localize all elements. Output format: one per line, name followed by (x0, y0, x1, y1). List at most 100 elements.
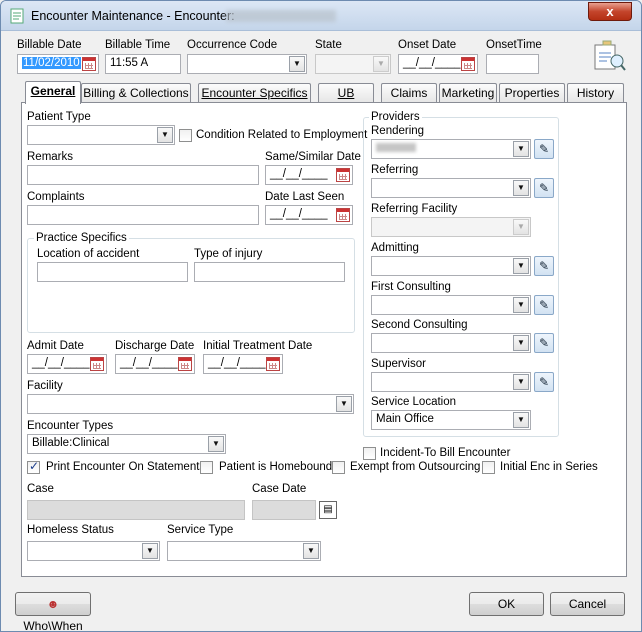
onset-time-field[interactable] (486, 54, 539, 74)
chevron-down-icon[interactable]: ▼ (513, 180, 529, 196)
occurrence-code-label: Occurrence Code (187, 39, 278, 51)
pen-icon[interactable]: ✎ (534, 139, 554, 159)
chevron-down-icon[interactable]: ▼ (513, 374, 529, 390)
tab-encounter-specifics[interactable]: Encounter Specifics (198, 83, 311, 103)
same-similar-date-field[interactable]: __/__/____ (265, 165, 353, 185)
facility-dropdown[interactable]: ▼ (27, 394, 354, 414)
second-consulting-dropdown[interactable]: ▼ (371, 333, 531, 353)
chevron-down-icon[interactable]: ▼ (513, 219, 529, 235)
condition-employment-checkbox[interactable] (179, 129, 192, 142)
service-type-label: Service Type (167, 524, 234, 536)
tab-marketing[interactable]: Marketing (439, 83, 497, 103)
referring-provider-dropdown[interactable]: ▼ (371, 178, 531, 198)
chevron-down-icon[interactable]: ▼ (513, 412, 529, 428)
chevron-down-icon[interactable]: ▼ (373, 56, 389, 72)
tab-properties[interactable]: Properties (499, 83, 565, 103)
calendar-icon[interactable] (266, 357, 280, 371)
service-type-dropdown[interactable]: ▼ (167, 541, 321, 561)
providers-label: Providers (369, 111, 422, 123)
occurrence-code-dropdown[interactable]: ▼ (187, 54, 307, 74)
rendering-provider-dropdown[interactable]: ▼ (371, 139, 531, 159)
service-location-dropdown[interactable]: Main Office ▼ (371, 410, 531, 430)
pen-icon[interactable]: ✎ (534, 178, 554, 198)
referring-label: Referring (371, 164, 419, 176)
chevron-down-icon[interactable]: ▼ (208, 436, 224, 452)
app-icon (10, 8, 24, 24)
initial-enc-checkbox[interactable] (482, 461, 495, 474)
homeless-status-dropdown[interactable]: ▼ (27, 541, 160, 561)
exempt-outsourcing-checkbox[interactable] (332, 461, 345, 474)
remarks-input[interactable] (27, 165, 259, 185)
chevron-down-icon[interactable]: ▼ (513, 258, 529, 274)
encounter-types-value: Billable:Clinical (32, 437, 110, 449)
billable-date-field[interactable]: 11/02/2010 (17, 54, 99, 74)
tab-billing-collections[interactable]: Billing & Collections (81, 83, 191, 103)
case-date-field[interactable] (252, 500, 316, 520)
cancel-button[interactable]: Cancel (550, 592, 625, 616)
tab-label: UB (337, 86, 355, 100)
who-when-button[interactable]: ☻ Who\When (15, 592, 91, 631)
chevron-down-icon[interactable]: ▼ (336, 396, 352, 412)
calendar-icon[interactable] (461, 57, 475, 71)
complaints-input[interactable] (27, 205, 259, 225)
chevron-down-icon[interactable]: ▼ (157, 127, 173, 143)
chevron-down-icon[interactable]: ▼ (513, 297, 529, 313)
location-accident-label: Location of accident (37, 248, 140, 260)
facility-label: Facility (27, 380, 63, 392)
pen-icon[interactable]: ✎ (534, 333, 554, 353)
chevron-down-icon[interactable]: ▼ (513, 335, 529, 351)
patient-lookup-icon[interactable] (591, 39, 627, 73)
calendar-icon[interactable] (336, 168, 350, 182)
date-last-seen-field[interactable]: __/__/____ (265, 205, 353, 225)
ok-button[interactable]: OK (469, 592, 544, 616)
calendar-icon[interactable] (82, 57, 96, 71)
supervisor-dropdown[interactable]: ▼ (371, 372, 531, 392)
calendar-icon[interactable] (178, 357, 192, 371)
calendar-icon[interactable] (90, 357, 104, 371)
encounter-types-dropdown[interactable]: Billable:Clinical ▼ (27, 434, 226, 454)
close-button[interactable]: x (588, 2, 632, 21)
tab-label: Claims (390, 86, 428, 100)
onset-date-field[interactable]: __/__/____ (398, 54, 478, 74)
window-title: Encounter Maintenance - Encounter: (31, 9, 235, 23)
type-injury-input[interactable] (194, 262, 345, 282)
billable-time-field[interactable]: 11:55 A (105, 54, 181, 74)
type-injury-label: Type of injury (194, 248, 263, 260)
service-location-label: Service Location (371, 396, 457, 408)
patient-type-dropdown[interactable]: ▼ (27, 125, 175, 145)
pen-icon[interactable]: ✎ (534, 372, 554, 392)
print-encounter-checkbox[interactable] (27, 459, 40, 474)
tab-general[interactable]: General (25, 81, 81, 104)
chevron-down-icon[interactable]: ▼ (289, 56, 305, 72)
initial-treatment-date-field[interactable]: __/__/____ (203, 354, 283, 374)
case-field[interactable] (27, 500, 245, 520)
chevron-down-icon[interactable]: ▼ (513, 141, 529, 157)
admit-date-field[interactable]: __/__/____ (27, 354, 107, 374)
tab-label: History (576, 86, 615, 100)
tab-claims[interactable]: Claims (381, 83, 437, 103)
chevron-down-icon[interactable]: ▼ (142, 543, 158, 559)
tab-ub[interactable]: UB (318, 83, 374, 103)
first-consulting-dropdown[interactable]: ▼ (371, 295, 531, 315)
discharge-date-field[interactable]: __/__/____ (115, 354, 195, 374)
homebound-checkbox[interactable] (200, 461, 213, 474)
billable-date-label: Billable Date (17, 39, 82, 51)
state-label: State (315, 39, 342, 51)
pen-icon[interactable]: ✎ (534, 295, 554, 315)
tab-history[interactable]: History (567, 83, 624, 103)
pen-icon[interactable]: ✎ (534, 256, 554, 276)
service-location-value: Main Office (376, 413, 434, 425)
case-lookup-icon[interactable]: ▤ (319, 501, 337, 519)
calendar-icon[interactable] (336, 208, 350, 222)
date-value: __/__/____ (32, 357, 90, 369)
chevron-down-icon[interactable]: ▼ (303, 543, 319, 559)
admitting-provider-dropdown[interactable]: ▼ (371, 256, 531, 276)
location-accident-input[interactable] (37, 262, 188, 282)
state-dropdown[interactable]: ▼ (315, 54, 391, 74)
onset-time-label: OnsetTime (486, 39, 542, 51)
encounter-maintenance-window: Encounter Maintenance - Encounter: x Bil… (0, 0, 642, 632)
incident-to-checkbox[interactable] (363, 447, 376, 460)
complaints-label: Complaints (27, 191, 85, 203)
referring-facility-dropdown[interactable]: ▼ (371, 217, 531, 237)
second-consulting-label: Second Consulting (371, 319, 468, 331)
